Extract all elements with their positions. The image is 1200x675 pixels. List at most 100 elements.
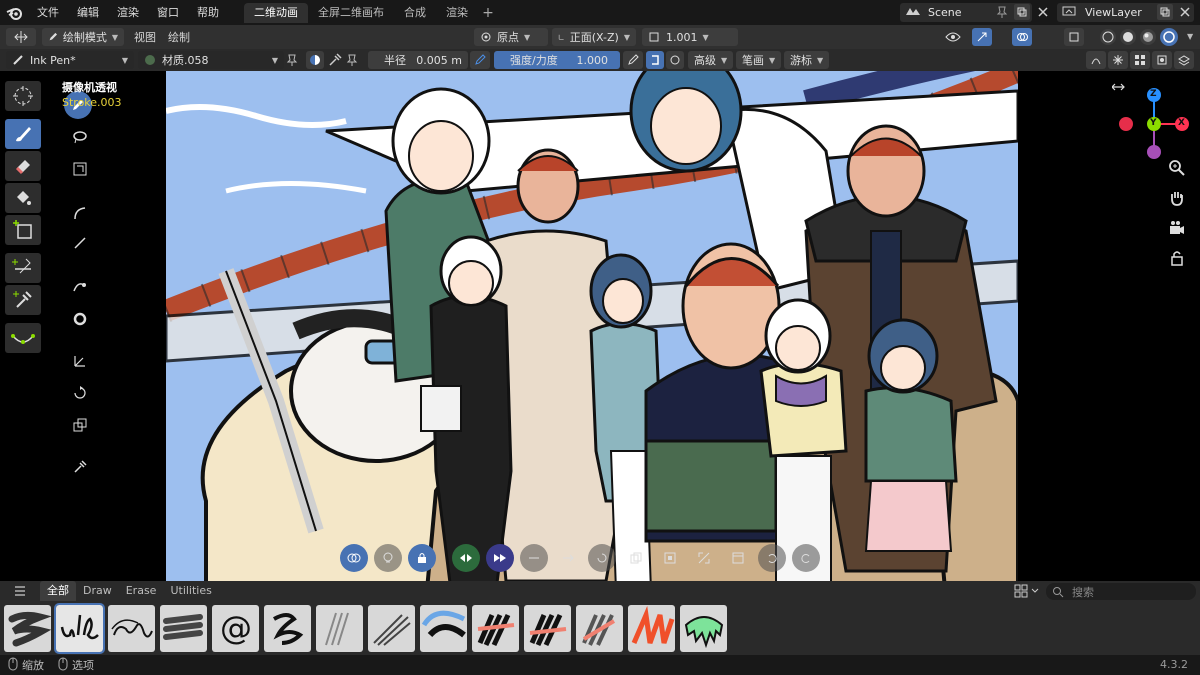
scale-tool[interactable] [68, 413, 92, 437]
loop-icon[interactable] [588, 544, 616, 572]
brush-thumbnail-ink-pen[interactable] [54, 602, 105, 654]
wireframe-shading-icon[interactable] [1100, 29, 1116, 45]
menu-edit[interactable]: 编辑 [68, 0, 108, 25]
undo-icon[interactable] [758, 544, 786, 572]
overlay-toggle-icon[interactable] [1012, 28, 1032, 46]
rotate-tool[interactable] [68, 381, 92, 405]
brush-thumbnail[interactable] [368, 604, 415, 652]
stroke-mode-icon[interactable] [646, 51, 664, 69]
blender-logo-icon[interactable] [0, 0, 28, 25]
xray-icon[interactable] [1064, 28, 1084, 46]
redo-icon[interactable] [792, 544, 820, 572]
material-mode-icon[interactable] [306, 51, 324, 69]
frame-select-icon[interactable] [656, 544, 684, 572]
scale-field[interactable]: 1.001 ▼ [642, 28, 738, 46]
remove-view-layer-icon[interactable] [1178, 5, 1192, 22]
menu-window[interactable]: 窗口 [148, 0, 188, 25]
smooth-tool[interactable] [68, 307, 92, 331]
brush-thumbnail[interactable] [316, 604, 363, 652]
pin-icon[interactable] [996, 5, 1008, 22]
scene-selector[interactable]: Scene [900, 3, 1032, 22]
pin-material-icon[interactable] [286, 53, 298, 70]
view-layer-selector[interactable]: ViewLayer [1057, 3, 1194, 22]
window-icon[interactable] [724, 544, 752, 572]
radius-field[interactable]: 半径 0.005 m [368, 51, 468, 69]
brush-thumbnail[interactable] [576, 604, 623, 652]
layer-settings-icon[interactable] [1174, 51, 1194, 69]
hamburger-menu-icon[interactable] [0, 586, 40, 596]
shading-options-icon[interactable]: ▼ [1187, 32, 1193, 41]
erase-tool[interactable] [5, 151, 41, 181]
move-tool[interactable] [68, 349, 92, 373]
material-selector[interactable]: 材质.058 ▼ [138, 51, 284, 69]
zoom-icon[interactable] [1166, 157, 1188, 179]
arc-tool[interactable] [68, 201, 92, 225]
onion-skin-icon[interactable] [340, 544, 368, 572]
visibility-icon[interactable] [938, 28, 968, 46]
pan-hand-icon[interactable] [1166, 187, 1188, 209]
add-workspace-button[interactable]: + [478, 5, 498, 21]
gp-settings-icon[interactable] [1086, 51, 1106, 69]
eyedropper-icon[interactable] [328, 53, 342, 70]
gizmo-axis-y[interactable]: Y [1150, 118, 1157, 128]
asset-tab-draw[interactable]: Draw [76, 581, 119, 601]
strength-field[interactable]: 强度/力度 1.000 [494, 51, 620, 69]
keyframe-prev-icon[interactable] [452, 544, 480, 572]
brush-thumbnail[interactable] [472, 604, 519, 652]
brush-thumbnail[interactable] [420, 604, 467, 652]
radius-pressure-icon[interactable] [470, 51, 490, 69]
mask-icon[interactable] [1152, 51, 1172, 69]
brush-thumbnail[interactable] [108, 604, 155, 652]
brush-thumbnail[interactable] [628, 604, 675, 652]
gizmo-axis-x[interactable]: X [1178, 118, 1185, 128]
asset-tab-erase[interactable]: Erase [119, 581, 164, 601]
advanced-dropdown[interactable]: 高级 ▼ [688, 51, 734, 69]
asset-search-input[interactable]: 搜索 [1046, 583, 1196, 600]
new-scene-icon[interactable] [1014, 4, 1030, 20]
jump-start-icon[interactable] [520, 544, 548, 572]
primitive-box-tool[interactable] [5, 215, 41, 245]
3d-viewport[interactable]: 摄像机透视 Stroke.003 Z Y X [0, 71, 1200, 601]
lock-icon[interactable] [408, 544, 436, 572]
menu-file[interactable]: 文件 [28, 0, 68, 25]
interpolate-tool[interactable] [5, 253, 41, 283]
rendered-shading-icon[interactable] [1160, 28, 1178, 46]
remove-scene-icon[interactable] [1036, 5, 1050, 22]
cursor-tool[interactable] [5, 81, 41, 111]
menu-render[interactable]: 渲染 [108, 0, 148, 25]
cursor-dropdown[interactable]: 游标 ▼ [784, 51, 830, 69]
navigation-gizmo[interactable]: Z Y X [1111, 77, 1196, 161]
workspace-tab-2d-animation[interactable]: 二维动画 [244, 2, 308, 23]
strength-pressure-icon[interactable] [623, 51, 643, 69]
curve-tool[interactable] [5, 323, 41, 353]
brush-thumbnail[interactable] [264, 604, 311, 652]
editor-type-icon[interactable] [6, 28, 36, 46]
workspace-tab-compositing[interactable]: 合成 [394, 3, 436, 23]
multiframe-icon[interactable] [1130, 51, 1150, 69]
material-shading-icon[interactable] [1140, 29, 1156, 45]
brush-thumbnail[interactable] [160, 604, 207, 652]
drawing-canvas[interactable] [166, 71, 1018, 601]
asset-tab-all[interactable]: 全部 [40, 581, 76, 601]
copy-frame-icon[interactable] [622, 544, 650, 572]
lasso-tool[interactable] [68, 125, 92, 149]
snow-icon[interactable] [1108, 51, 1128, 69]
draw-tool[interactable] [5, 119, 41, 149]
display-options-icon[interactable] [1014, 584, 1040, 601]
solid-shading-icon[interactable] [1120, 29, 1136, 45]
draw-menu[interactable]: 绘制 [168, 29, 190, 45]
eyedropper-tool[interactable] [5, 285, 41, 315]
brush-thumbnail[interactable] [680, 604, 727, 652]
gizmo-axis-z[interactable]: Z [1150, 89, 1157, 99]
line-tool[interactable] [68, 231, 92, 255]
lock-icon[interactable] [1166, 247, 1188, 269]
asset-tab-utilities[interactable]: Utilities [163, 581, 218, 601]
plane-dropdown[interactable]: 正面(X-Z) ▼ [552, 28, 636, 46]
caps-icon[interactable] [666, 51, 684, 69]
workspace-tab-rendering[interactable]: 渲染 [436, 3, 478, 23]
brush-selector[interactable]: Ink Pen* ▼ [6, 51, 134, 69]
tint-tool[interactable] [68, 157, 92, 181]
view-menu[interactable]: 视图 [134, 29, 156, 45]
brush-thumbnail[interactable] [524, 604, 571, 652]
light-bulb-icon[interactable] [374, 544, 402, 572]
